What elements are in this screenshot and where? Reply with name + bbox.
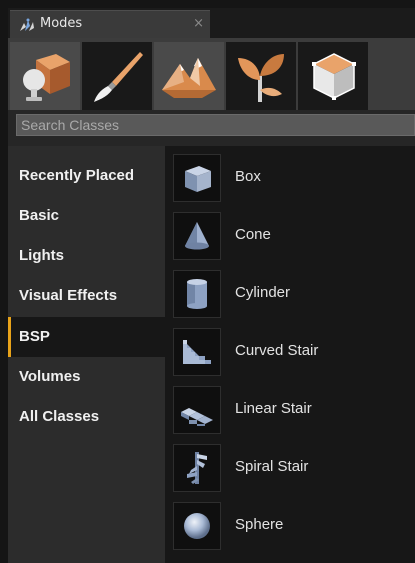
list-item-linear-stair[interactable]: Linear Stair <box>173 386 413 438</box>
curved-stair-thumbnail <box>173 328 221 376</box>
tab-modes[interactable]: Modes × <box>10 10 210 38</box>
foliage-mode-button[interactable] <box>226 42 296 110</box>
tab-bar: Modes × <box>8 8 415 38</box>
item-label: Linear Stair <box>235 400 312 417</box>
linear-stair-icon <box>181 408 213 426</box>
list-item-sphere[interactable]: Sphere <box>173 502 413 554</box>
category-recently-placed[interactable]: Recently Placed <box>8 156 165 196</box>
list-item-cylinder[interactable]: Cylinder <box>173 270 413 322</box>
category-lights[interactable]: Lights <box>8 236 165 276</box>
cylinder-icon <box>187 279 207 309</box>
foliage-mode-icon <box>238 54 284 102</box>
landscape-mode-icon <box>162 58 216 98</box>
list-item-spiral-stair[interactable]: Spiral Stair <box>173 444 413 496</box>
item-label: Spiral Stair <box>235 458 309 475</box>
cone-icon <box>185 222 209 250</box>
tab-title: Modes <box>40 16 83 31</box>
cone-thumbnail <box>173 212 221 260</box>
paint-mode-icon <box>94 52 143 102</box>
item-label: Cylinder <box>235 284 291 301</box>
item-label: Curved Stair <box>235 342 319 359</box>
sphere-thumbnail <box>173 502 221 550</box>
category-all-classes[interactable]: All Classes <box>8 397 165 437</box>
spiral-stair-icon <box>187 452 207 484</box>
modes-icon <box>18 17 36 33</box>
category-basic[interactable]: Basic <box>8 196 165 236</box>
list-item-cone[interactable]: Cone <box>173 212 413 264</box>
place-mode-button[interactable] <box>10 42 80 110</box>
search-input[interactable] <box>16 114 415 136</box>
item-label: Cone <box>235 226 271 243</box>
category-volumes[interactable]: Volumes <box>8 357 165 397</box>
class-list: Box Cone Cylinder Curved Stair Linear St… <box>165 146 415 563</box>
paint-mode-button[interactable] <box>82 42 152 110</box>
landscape-mode-button[interactable] <box>154 42 224 110</box>
place-mode-icon <box>23 54 70 101</box>
modes-panel: Modes × Search Classes Recently Placed B… <box>8 8 415 563</box>
cylinder-thumbnail <box>173 270 221 318</box>
spiral-stair-thumbnail <box>173 444 221 492</box>
category-visual-effects[interactable]: Visual Effects <box>8 276 165 316</box>
box-thumbnail <box>173 154 221 202</box>
mode-toolbar <box>8 38 415 110</box>
curved-stair-icon <box>183 340 211 364</box>
category-bsp[interactable]: BSP <box>8 317 165 357</box>
box-icon <box>185 166 211 192</box>
list-item-box[interactable]: Box <box>173 154 413 206</box>
list-item-curved-stair[interactable]: Curved Stair <box>173 328 413 380</box>
close-icon[interactable]: × <box>193 16 204 31</box>
item-label: Sphere <box>235 516 284 533</box>
category-list: Recently Placed Basic Lights Visual Effe… <box>8 146 165 563</box>
linear-stair-thumbnail <box>173 386 221 434</box>
sphere-icon <box>184 513 210 539</box>
geometry-mode-button[interactable] <box>298 42 368 110</box>
geometry-mode-icon <box>312 53 356 100</box>
item-label: Box <box>235 168 261 185</box>
